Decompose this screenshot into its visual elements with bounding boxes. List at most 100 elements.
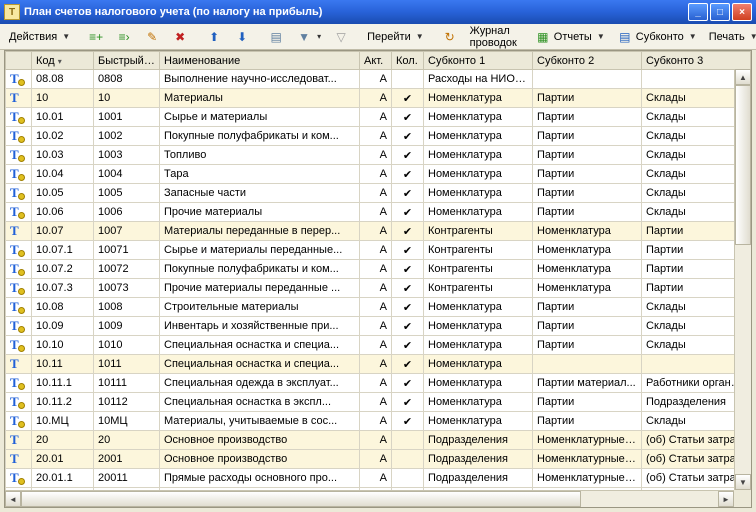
col-icon[interactable]: [6, 52, 32, 70]
cell-code: 10.07.3: [32, 279, 94, 298]
table-row[interactable]: T10.07.310073Прочие материалы переданные…: [6, 279, 751, 298]
cell-kol: ✔: [392, 355, 424, 374]
table-row[interactable]: T10.031003ТопливоА✔НоменклатураПартииСкл…: [6, 146, 751, 165]
table-row[interactable]: T10.061006Прочие материалыА✔Номенклатура…: [6, 203, 751, 222]
table-row[interactable]: T2020Основное производствоАПодразделения…: [6, 431, 751, 450]
col-sub3[interactable]: Субконто 3: [642, 52, 751, 70]
cell-kol: [392, 469, 424, 488]
account-icon: T: [10, 242, 19, 258]
table-row[interactable]: T10.11.110111Специальная одежда в эксплу…: [6, 374, 751, 393]
delete-button[interactable]: ✖: [167, 27, 193, 47]
table-row[interactable]: T20.01.120011Прямые расходы основного пр…: [6, 469, 751, 488]
subkonto-menu[interactable]: ▤ Субконто ▼: [612, 27, 702, 47]
check-icon: ✔: [403, 283, 412, 295]
filter-button[interactable]: ▼▾: [291, 27, 326, 47]
cell-name: Прочие материалы переданные ...: [160, 279, 360, 298]
table-row[interactable]: T10.071007Материалы переданные в перер..…: [6, 222, 751, 241]
horizontal-scrollbar[interactable]: ◄ ►: [5, 490, 734, 507]
cell-sub1: Номенклатура: [424, 336, 533, 355]
table-row[interactable]: T10.07.210072Покупные полуфабрикаты и ко…: [6, 260, 751, 279]
goto-menu[interactable]: Перейти ▼: [362, 27, 429, 47]
scroll-thumb-h[interactable]: [21, 491, 581, 507]
cell-kol: ✔: [392, 108, 424, 127]
accounts-table[interactable]: Код ▾ Быстрый ... Наименование Акт. Кол.…: [5, 51, 751, 508]
titlebar: T План счетов налогового учета (по налог…: [0, 0, 756, 24]
cell-sub2: Партии: [533, 184, 642, 203]
col-sub2[interactable]: Субконто 2: [533, 52, 642, 70]
table-row[interactable]: T10.091009Инвентарь и хозяйственные при.…: [6, 317, 751, 336]
print-menu[interactable]: Печать ▼: [704, 27, 756, 47]
table-row[interactable]: T10.07.110071Сырье и материалы переданны…: [6, 241, 751, 260]
move-up-button[interactable]: ⬆: [201, 27, 227, 47]
chevron-down-icon: ▼: [62, 32, 70, 41]
table-row[interactable]: T10.081008Строительные материалыА✔Номенк…: [6, 298, 751, 317]
table-row[interactable]: T10.051005Запасные частиА✔НоменклатураПа…: [6, 184, 751, 203]
cell-code: 10: [32, 89, 94, 108]
check-icon: ✔: [403, 321, 412, 333]
table-row[interactable]: T10.021002Покупные полуфабрикаты и ком..…: [6, 127, 751, 146]
row-icon-cell: T: [6, 108, 32, 127]
cell-sub2: [533, 70, 642, 89]
cell-name: Топливо: [160, 146, 360, 165]
vertical-scrollbar[interactable]: ▲ ▼: [734, 69, 751, 490]
minimize-button[interactable]: _: [688, 3, 708, 21]
edit-button[interactable]: ✎: [139, 27, 165, 47]
maximize-button[interactable]: □: [710, 3, 730, 21]
cell-sub1: Номенклатура: [424, 298, 533, 317]
table-row[interactable]: T10.101010Специальная оснастка и специа.…: [6, 336, 751, 355]
move-down-button[interactable]: ⬇: [229, 27, 255, 47]
cell-sub1: Номенклатура: [424, 108, 533, 127]
journal-button[interactable]: Журнал проводок: [465, 27, 522, 47]
cell-kol: ✔: [392, 165, 424, 184]
table-row[interactable]: T10.011001Сырье и материалыА✔Номенклатур…: [6, 108, 751, 127]
table-row[interactable]: T10.11.210112Специальная оснастка в эксп…: [6, 393, 751, 412]
cell-sub1: Подразделения: [424, 450, 533, 469]
col-name[interactable]: Наименование: [160, 52, 360, 70]
add-sub-button[interactable]: ≡›: [111, 27, 137, 47]
actions-menu[interactable]: Действия ▼: [4, 27, 75, 47]
chevron-down-icon: ▼: [689, 32, 697, 41]
cell-kol: ✔: [392, 241, 424, 260]
table-row[interactable]: T10.041004ТараА✔НоменклатураПартииСклады: [6, 165, 751, 184]
check-icon: ✔: [403, 112, 412, 124]
cell-akt: А: [360, 450, 392, 469]
cell-akt: А: [360, 260, 392, 279]
col-kol[interactable]: Кол.: [392, 52, 424, 70]
check-icon: ✔: [403, 169, 412, 181]
table-row[interactable]: T08.080808Выполнение научно-исследоват..…: [6, 70, 751, 89]
scroll-right-button[interactable]: ►: [718, 491, 734, 507]
window-title: План счетов налогового учета (по налогу …: [24, 6, 688, 18]
cell-fast: 10: [94, 89, 160, 108]
scroll-left-button[interactable]: ◄: [5, 491, 21, 507]
col-fast[interactable]: Быстрый ...: [94, 52, 160, 70]
hierarchy-button[interactable]: ▤: [263, 27, 289, 47]
scroll-down-button[interactable]: ▼: [735, 474, 751, 490]
cell-code: 10.04: [32, 165, 94, 184]
close-button[interactable]: ×: [732, 3, 752, 21]
cell-akt: А: [360, 165, 392, 184]
cell-name: Прямые расходы основного про...: [160, 469, 360, 488]
table-row[interactable]: T10.111011Специальная оснастка и специа.…: [6, 355, 751, 374]
check-icon: ✔: [403, 245, 412, 257]
row-icon-cell: T: [6, 241, 32, 260]
refresh-button[interactable]: ↻: [437, 27, 463, 47]
table-row[interactable]: T1010МатериалыА✔НоменклатураПартииСклады: [6, 89, 751, 108]
row-icon-cell: T: [6, 184, 32, 203]
add-button[interactable]: ≡+: [83, 27, 109, 47]
col-akt[interactable]: Акт.: [360, 52, 392, 70]
cell-sub2: Партии: [533, 146, 642, 165]
cell-akt: А: [360, 298, 392, 317]
scroll-up-button[interactable]: ▲: [735, 69, 751, 85]
cell-name: Основное производство: [160, 450, 360, 469]
col-sub1[interactable]: Субконто 1: [424, 52, 533, 70]
col-code[interactable]: Код ▾: [32, 52, 94, 70]
cell-sub1: Номенклатура: [424, 89, 533, 108]
clear-filter-button[interactable]: ▽: [328, 27, 354, 47]
scroll-thumb[interactable]: [735, 85, 751, 245]
grid-container: Код ▾ Быстрый ... Наименование Акт. Кол.…: [4, 50, 752, 508]
cell-akt: А: [360, 146, 392, 165]
reports-menu[interactable]: ▦ Отчеты ▼: [530, 27, 610, 47]
filter-icon: ▼: [296, 29, 312, 45]
table-row[interactable]: T10.МЦ10МЦМатериалы, учитываемые в сос..…: [6, 412, 751, 431]
table-row[interactable]: T20.012001Основное производствоАПодразде…: [6, 450, 751, 469]
